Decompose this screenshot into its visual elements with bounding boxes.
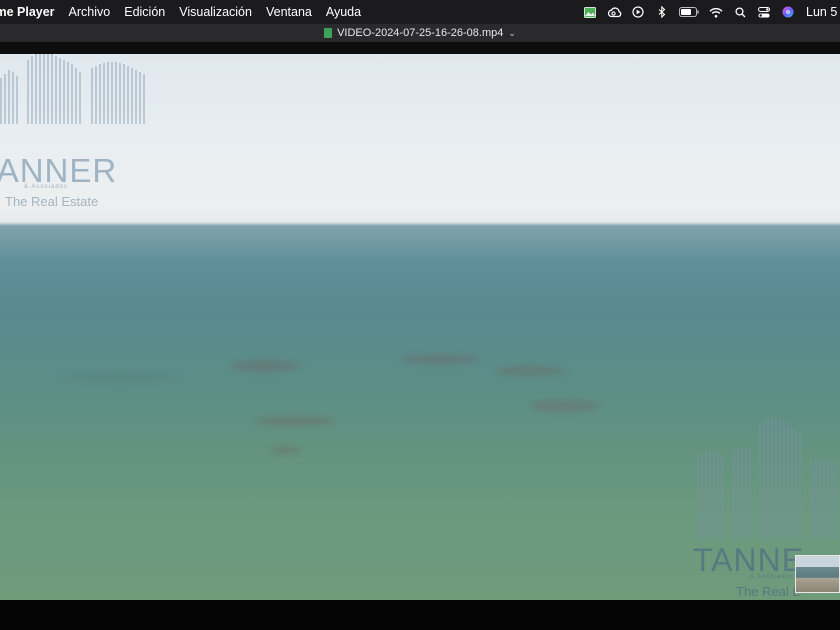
play-icon[interactable] — [626, 0, 650, 24]
sea-ripple — [230, 360, 300, 372]
building-logo-icon — [0, 54, 145, 124]
window-bottom-bar — [0, 600, 840, 630]
bluetooth-icon[interactable] — [650, 0, 674, 24]
watermark-sub: & Asociados — [750, 574, 795, 580]
sea-ripple — [270, 446, 300, 454]
watermark-tagline: The Real Estate — [5, 194, 99, 209]
sea-ripple — [530, 400, 600, 412]
building-logo-icon — [697, 418, 837, 539]
watermark-sub: & Asociados — [24, 184, 69, 190]
sea-ripple — [255, 416, 335, 426]
search-icon[interactable] — [728, 0, 752, 24]
sea-ripple — [400, 354, 480, 364]
menu-ventana[interactable]: Ventana — [259, 0, 319, 24]
file-icon — [324, 28, 333, 38]
status-area: Lun 5 d — [578, 0, 840, 24]
menu-items: ime Player Archivo Edición Visualización… — [0, 0, 368, 24]
menu-edicion[interactable]: Edición — [117, 0, 172, 24]
window-title: VIDEO-2024-07-25-16-26-08.mp4 — [337, 27, 504, 39]
picture-in-picture-thumbnail[interactable] — [795, 555, 840, 593]
clock[interactable]: Lun 5 d — [800, 5, 840, 19]
document-title[interactable]: VIDEO-2024-07-25-16-26-08.mp4 ⌄ — [324, 27, 516, 39]
watermark-top-left: TANNER & Asociados The Real Estate — [0, 54, 150, 214]
siri-icon[interactable] — [776, 0, 800, 24]
chevron-down-icon[interactable]: ⌄ — [508, 28, 516, 39]
sea-ripple — [495, 366, 565, 376]
menu-archivo[interactable]: Archivo — [62, 0, 118, 24]
video-frame[interactable]: TANNER & Asociados The Real Estate TANNE… — [0, 54, 840, 600]
window-title-bar: VIDEO-2024-07-25-16-26-08.mp4 ⌄ — [0, 24, 840, 42]
menu-visualizacion[interactable]: Visualización — [172, 0, 259, 24]
watermark-tagline: The Real E — [736, 584, 802, 599]
sea-ripple — [60, 374, 180, 382]
battery-icon — [674, 0, 704, 24]
menu-bar: ime Player Archivo Edición Visualización… — [0, 0, 840, 24]
wifi-icon[interactable] — [704, 0, 728, 24]
app-menu[interactable]: ime Player — [0, 0, 62, 24]
menu-ayuda[interactable]: Ayuda — [319, 0, 368, 24]
creative-cloud-icon[interactable] — [602, 0, 626, 24]
control-center-icon[interactable] — [752, 0, 776, 24]
window-toolbar-strip — [0, 42, 840, 54]
image-icon[interactable] — [578, 0, 602, 24]
